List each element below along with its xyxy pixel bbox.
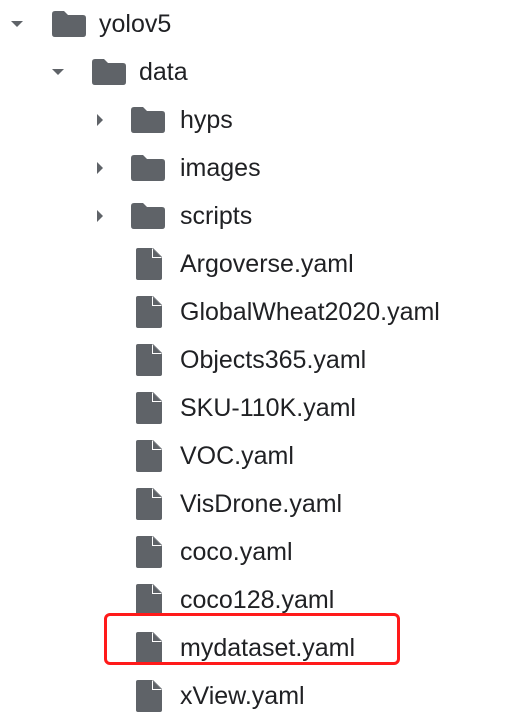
tree-item-file[interactable]: GlobalWheat2020.yaml: [0, 288, 518, 336]
tree-item-images[interactable]: images: [0, 144, 518, 192]
file-icon: [136, 488, 162, 520]
tree-item-file[interactable]: VisDrone.yaml: [0, 480, 518, 528]
tree-item-mydataset[interactable]: mydataset.yaml: [0, 624, 518, 672]
tree-item-label: images: [180, 154, 261, 182]
caret-right-icon[interactable]: [90, 206, 110, 226]
caret-down-icon[interactable]: [48, 62, 68, 82]
tree-item-file[interactable]: coco.yaml: [0, 528, 518, 576]
file-icon: [136, 248, 162, 280]
tree-item-label: mydataset.yaml: [180, 634, 356, 662]
tree-item-label: xView.yaml: [180, 682, 305, 710]
tree-item-label: Argoverse.yaml: [180, 250, 354, 278]
tree-item-label: yolov5: [99, 10, 172, 38]
tree-item-label: scripts: [180, 202, 253, 230]
folder-icon: [52, 11, 86, 37]
tree-item-file[interactable]: Objects365.yaml: [0, 336, 518, 384]
folder-icon: [131, 107, 165, 133]
tree-item-scripts[interactable]: scripts: [0, 192, 518, 240]
caret-down-icon[interactable]: [7, 14, 27, 34]
file-icon: [136, 536, 162, 568]
file-icon: [136, 344, 162, 376]
file-icon: [136, 392, 162, 424]
file-icon: [136, 680, 162, 712]
tree-item-data[interactable]: data: [0, 48, 518, 96]
file-icon: [136, 440, 162, 472]
tree-item-label: VisDrone.yaml: [180, 490, 343, 518]
tree-item-hyps[interactable]: hyps: [0, 96, 518, 144]
tree-item-label: coco128.yaml: [180, 586, 335, 614]
caret-right-icon[interactable]: [90, 110, 110, 130]
folder-icon: [131, 203, 165, 229]
tree-item-label: VOC.yaml: [180, 442, 294, 470]
file-icon: [136, 584, 162, 616]
file-icon: [136, 296, 162, 328]
tree-item-label: coco.yaml: [180, 538, 293, 566]
tree-item-file[interactable]: SKU-110K.yaml: [0, 384, 518, 432]
tree-item-file[interactable]: VOC.yaml: [0, 432, 518, 480]
file-icon: [136, 632, 162, 664]
tree-item-file[interactable]: xView.yaml: [0, 672, 518, 720]
folder-icon: [131, 155, 165, 181]
tree-item-label: hyps: [180, 106, 233, 134]
caret-right-icon[interactable]: [90, 158, 110, 178]
tree-item-yolov5[interactable]: yolov5: [0, 0, 518, 48]
file-tree: yolov5 data hyps images scripts Argovers…: [0, 0, 518, 712]
tree-item-label: GlobalWheat2020.yaml: [180, 298, 440, 326]
tree-item-file[interactable]: coco128.yaml: [0, 576, 518, 624]
tree-item-label: SKU-110K.yaml: [180, 394, 356, 422]
tree-item-label: Objects365.yaml: [180, 346, 367, 374]
tree-item-file[interactable]: Argoverse.yaml: [0, 240, 518, 288]
tree-item-label: data: [139, 58, 188, 86]
folder-icon: [92, 59, 126, 85]
